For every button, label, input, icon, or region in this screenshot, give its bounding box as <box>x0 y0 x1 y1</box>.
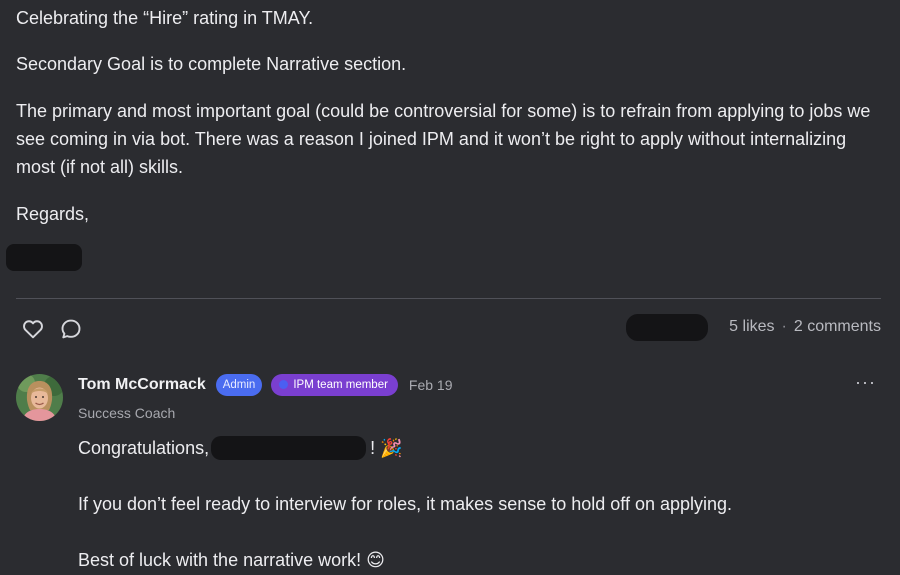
post-paragraph: The primary and most important goal (cou… <box>16 101 871 177</box>
likes-count[interactable]: 5 likes <box>729 318 774 335</box>
redacted-liker-avatars <box>626 314 708 341</box>
comment-date: Feb 19 <box>408 377 453 393</box>
comment-line: If you don’t feel ready to interview for… <box>78 494 733 514</box>
team-member-badge: IPM team member <box>271 374 398 396</box>
comment-meta: Tom McCormack Admin IPM team member Feb … <box>78 372 453 398</box>
comment-line: Best of luck with the narrative work! 😊 <box>78 546 385 574</box>
heart-outline-icon[interactable] <box>21 317 45 341</box>
post-stats: 5 likes · 2 comments <box>729 318 881 336</box>
team-badge-label: IPM team member <box>293 379 388 391</box>
stats-separator: · <box>781 318 787 335</box>
comment-text: Best of luck with the narrative work! <box>78 550 362 570</box>
smiling-face-icon: 😊 <box>366 550 385 570</box>
post-action-bar: 5 likes · 2 comments <box>16 312 881 344</box>
post-signoff: Regards, <box>16 204 90 224</box>
comment-text: Congratulations, <box>78 438 210 458</box>
comment-text: ! <box>370 438 376 458</box>
comment-line: Congratulations,! 🎉 <box>78 434 403 462</box>
redacted-signature <box>6 244 82 271</box>
speech-bubble-icon[interactable] <box>59 317 83 341</box>
comments-count[interactable]: 2 comments <box>794 318 881 335</box>
avatar[interactable] <box>16 374 63 421</box>
post-paragraph: Celebrating the “Hire” rating in TMAY. <box>16 8 314 28</box>
author-role: Success Coach <box>78 405 176 421</box>
admin-badge: Admin <box>215 374 263 396</box>
more-options-icon[interactable]: ··· <box>855 372 876 393</box>
redacted-name <box>211 436 367 460</box>
comment-author[interactable]: Tom McCormack <box>78 376 206 394</box>
team-dot-icon <box>279 380 289 389</box>
party-popper-icon: 🎉 <box>380 438 403 458</box>
post-paragraph: Secondary Goal is to complete Narrative … <box>16 54 407 74</box>
divider <box>16 298 881 299</box>
